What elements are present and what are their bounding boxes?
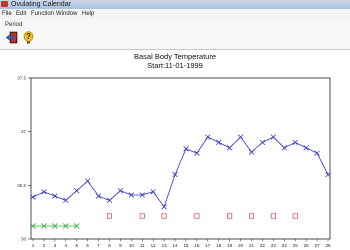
x-tick-label: 1 xyxy=(32,243,35,248)
square-marker xyxy=(106,213,113,219)
x-tick-label: 7 xyxy=(97,243,100,248)
temperature-point xyxy=(281,145,287,151)
x-tick-label: 20 xyxy=(238,243,244,248)
x-tick-label: 11 xyxy=(140,243,145,248)
x-tick-label: 22 xyxy=(260,243,266,248)
toolbar: Period xyxy=(0,19,350,50)
temperature-point xyxy=(259,139,266,146)
temperature-point xyxy=(216,139,222,146)
x-tick-label: 9 xyxy=(119,243,122,248)
temperature-point xyxy=(194,150,200,156)
y-tick-label: 37.5 xyxy=(17,76,26,81)
menu-window[interactable]: Window xyxy=(56,9,77,19)
temperature-point xyxy=(52,193,58,199)
temperature-point xyxy=(106,197,113,204)
temperature-point xyxy=(150,189,156,195)
x-tick-label: 27 xyxy=(315,243,321,248)
temperature-point xyxy=(84,178,91,184)
x-tick-label: 15 xyxy=(183,243,189,248)
temperature-point xyxy=(205,134,211,140)
menu-function[interactable]: Function xyxy=(31,9,54,19)
svg-text:?: ? xyxy=(26,32,31,41)
x-tick-label: 25 xyxy=(293,243,299,248)
square-marker xyxy=(292,213,298,219)
x-tick-label: 10 xyxy=(129,243,135,248)
x-tick-label: 6 xyxy=(86,243,89,248)
app-icon xyxy=(1,1,8,7)
x-tick-label: 23 xyxy=(271,243,277,248)
temperature-point xyxy=(95,193,102,199)
x-tick-label: 21 xyxy=(249,243,255,248)
x-tick-label: 19 xyxy=(227,243,233,248)
x-tick-label: 3 xyxy=(54,243,57,248)
menu-file[interactable]: File xyxy=(2,9,12,19)
square-marker xyxy=(227,213,233,219)
temperature-point xyxy=(292,139,298,146)
x-tick-label: 24 xyxy=(282,243,288,248)
temperature-point xyxy=(41,189,47,195)
y-tick-label: 36.5 xyxy=(17,183,26,188)
y-tick-label: 37 xyxy=(21,129,27,134)
help-question-icon[interactable]: ? xyxy=(22,31,35,44)
period-label: Period xyxy=(5,22,23,28)
x-tick-label: 5 xyxy=(75,243,78,248)
title-bar: Ovulating Calendar xyxy=(0,0,350,9)
app-window: Ovulating Calendar File Edit Function Wi… xyxy=(0,0,350,250)
temperature-point xyxy=(270,134,277,140)
menu-bar: File Edit Function Window Help xyxy=(0,9,350,19)
menu-help[interactable]: Help xyxy=(82,9,94,19)
bbt-chart: 3636.53737.51 2 3 4 5 6 7 8 9 10 11 12 13 14 15 16 17 18 1… xyxy=(17,76,331,249)
square-marker xyxy=(194,213,200,219)
temperature-point xyxy=(63,197,69,204)
temperature-point xyxy=(226,145,233,151)
exit-door-icon[interactable] xyxy=(5,31,19,44)
temperature-point xyxy=(74,188,80,194)
temperature-point xyxy=(248,149,255,155)
x-tick-label: 16 xyxy=(194,243,200,248)
temperature-point xyxy=(183,146,189,152)
chart-panel: Basal Body Temperature Start:11-01-1999 … xyxy=(0,50,350,250)
x-tick-label: 26 xyxy=(304,243,310,248)
menu-edit[interactable]: Edit xyxy=(16,9,26,19)
temperature-point xyxy=(303,145,309,151)
x-tick-label: 12 xyxy=(151,243,157,248)
temperature-point xyxy=(117,188,124,194)
square-marker xyxy=(139,213,145,219)
x-tick-label: 14 xyxy=(173,243,179,248)
x-tick-label: 28 xyxy=(325,243,331,248)
plot-frame xyxy=(30,77,331,240)
square-marker xyxy=(161,213,167,219)
x-tick-label: 2 xyxy=(43,243,46,248)
x-tick-label: 17 xyxy=(205,243,211,248)
square-marker xyxy=(248,213,255,219)
temperature-point xyxy=(237,134,244,140)
x-tick-label: 18 xyxy=(216,243,222,248)
square-marker xyxy=(270,213,276,219)
y-tick-label: 36 xyxy=(21,237,27,242)
temperature-point xyxy=(314,150,320,156)
temperature-point xyxy=(161,204,167,210)
x-tick-label: 4 xyxy=(65,243,68,248)
window-title: Ovulating Calendar xyxy=(11,1,71,8)
x-tick-label: 8 xyxy=(108,243,111,248)
temperature-point xyxy=(172,171,178,178)
x-tick-label: 13 xyxy=(162,243,168,248)
